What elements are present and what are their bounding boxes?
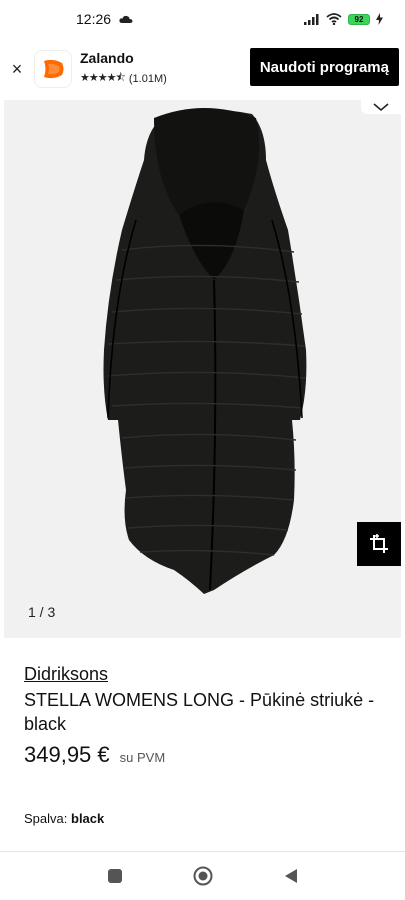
back-icon[interactable] — [283, 868, 299, 884]
status-left: 12:26 — [76, 11, 133, 27]
banner-close-button[interactable]: × — [0, 59, 34, 80]
product-brand-link[interactable]: Didriksons — [24, 664, 108, 685]
price-row: 349,95 € su PVM — [24, 742, 165, 768]
view-similar-button[interactable] — [357, 522, 401, 566]
app-info: Zalando ★★★★⯪ (1.01M) — [80, 50, 167, 88]
chevron-down-icon — [373, 102, 389, 111]
zalando-logo-icon — [34, 50, 72, 88]
app-name: Zalando — [80, 50, 134, 66]
wifi-icon — [326, 13, 342, 25]
status-right: 92 — [304, 13, 383, 25]
rating-count: (1.01M) — [128, 72, 167, 85]
charging-icon — [376, 13, 383, 25]
open-app-button[interactable]: Naudoti programą — [249, 48, 399, 86]
cloud-icon — [119, 15, 133, 23]
app-rating: ★★★★⯪ (1.01M) — [80, 69, 167, 88]
home-icon[interactable] — [193, 866, 213, 886]
battery-level: 92 — [354, 14, 364, 24]
color-row: Spalva: black — [24, 811, 104, 826]
status-time: 12:26 — [76, 11, 112, 27]
signal-icon — [304, 13, 319, 25]
recent-apps-icon[interactable] — [107, 868, 123, 884]
product-price: 349,95 € — [24, 742, 110, 767]
color-value: black — [71, 811, 105, 826]
app-banner: × Zalando ★★★★⯪ (1.01M) Naudoti programą — [0, 38, 405, 100]
vat-note: su PVM — [119, 750, 166, 765]
image-counter: 1 / 3 — [28, 604, 56, 620]
rating-stars: ★★★★⯪ — [80, 72, 126, 84]
system-nav-bar — [0, 852, 405, 900]
battery-icon: 92 — [348, 13, 370, 25]
product-name: STELLA WOMENS LONG - Pūkinė striukė - bl… — [24, 690, 375, 734]
crop-plus-icon — [370, 534, 388, 553]
product-image-gallery[interactable]: 1 / 3 — [4, 100, 401, 638]
collapse-chevron-button[interactable] — [361, 100, 401, 114]
color-label: Spalva: — [24, 811, 68, 826]
product-image-coat — [103, 108, 307, 594]
status-bar: 12:26 92 — [0, 0, 405, 38]
